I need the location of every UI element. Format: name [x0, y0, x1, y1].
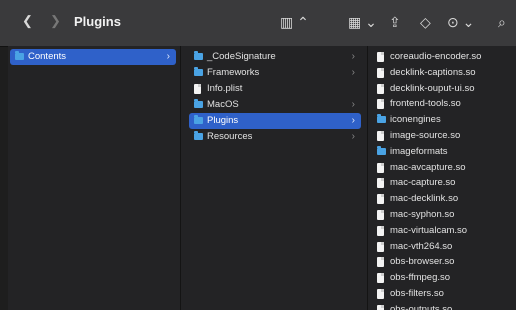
chevron-right-icon: › — [351, 115, 355, 126]
item-label: Contents — [28, 51, 67, 62]
item-label: MacOS — [207, 99, 239, 110]
list-item[interactable]: Frameworks › — [189, 65, 361, 81]
item-label: Plugins — [207, 115, 239, 126]
item-label: coreaudio-encoder.so — [390, 51, 482, 62]
list-item[interactable]: Contents › — [10, 49, 176, 65]
list-item[interactable]: mac-syphon.so — [370, 207, 516, 223]
item-label: image-source.so — [390, 130, 461, 141]
item-label: mac-vth264.so — [390, 240, 453, 252]
list-item[interactable]: mac-virtualcam.so — [370, 223, 516, 239]
list-item[interactable]: mac-vth264.so — [370, 239, 516, 255]
list-item[interactable]: mac-capture.so — [370, 175, 516, 191]
file-icon — [377, 273, 384, 284]
item-label: _CodeSignature — [207, 51, 276, 62]
file-icon — [377, 257, 384, 268]
share-button[interactable]: ⇪ — [389, 14, 401, 30]
list-item[interactable]: image-source.so — [370, 128, 516, 144]
file-icon — [377, 178, 384, 189]
group-button[interactable]: ▦ ⌄ — [348, 14, 377, 30]
list-item[interactable]: Info.plist — [189, 81, 361, 97]
view-mode-button[interactable]: ▥ ⌃ — [280, 14, 309, 30]
column-1: Contents › — [8, 46, 181, 310]
chevron-right-icon: › — [166, 51, 170, 62]
item-label: mac-syphon.so — [390, 209, 455, 220]
item-label: obs-ffmpeg.so — [390, 272, 451, 284]
file-icon — [377, 194, 384, 205]
folder-icon — [15, 51, 24, 60]
tag-button[interactable]: ◇ — [420, 14, 431, 30]
item-label: iconengines — [390, 114, 441, 126]
toolbar: ❮ ❯ Plugins ▥ ⌃ ▦ ⌄ ⇪ ◇ ⊙ ⌄ ⌕ — [0, 0, 516, 47]
list-item[interactable]: MacOS › — [189, 97, 361, 113]
list-item[interactable]: obs-filters.so — [370, 286, 516, 302]
folder-icon — [377, 114, 386, 124]
item-label: obs-filters.so — [390, 288, 444, 299]
folder-icon — [194, 115, 203, 124]
back-button[interactable]: ❮ — [22, 13, 33, 29]
item-label: mac-capture.so — [390, 177, 456, 189]
item-label: mac-avcapture.so — [390, 161, 466, 173]
finder-window: ❮ ❯ Plugins ▥ ⌃ ▦ ⌄ ⇪ ◇ ⊙ ⌄ ⌕ Contents › … — [0, 0, 516, 310]
file-icon — [377, 99, 384, 110]
list-item[interactable]: frontend-tools.so — [370, 96, 516, 112]
chevron-right-icon: › — [351, 131, 355, 142]
file-icon — [377, 289, 384, 299]
file-icon — [377, 67, 384, 78]
file-icon — [377, 131, 384, 141]
folder-icon — [194, 67, 203, 76]
item-label: decklink-captions.so — [390, 66, 476, 78]
list-item[interactable]: mac-decklink.so — [370, 191, 516, 207]
list-item[interactable]: decklink-ouput-ui.so — [370, 81, 516, 97]
list-item[interactable]: iconengines — [370, 112, 516, 128]
list-item[interactable]: obs-ffmpeg.so — [370, 270, 516, 286]
folder-icon — [194, 131, 203, 140]
item-label: decklink-ouput-ui.so — [390, 82, 475, 94]
item-label: obs-outputs.so — [390, 303, 453, 310]
list-item[interactable]: decklink-captions.so — [370, 65, 516, 81]
list-item[interactable]: imageformats — [370, 144, 516, 160]
list-item[interactable]: obs-browser.so — [370, 254, 516, 270]
list-item[interactable]: Plugins › — [189, 113, 361, 129]
column-2: _CodeSignature › Frameworks › Info.plist MacO… — [189, 46, 368, 310]
column-3: coreaudio-encoder.so decklink-captions.so… — [370, 46, 516, 310]
item-label: mac-decklink.so — [390, 193, 459, 205]
item-label: Resources — [207, 131, 253, 142]
file-icon — [377, 52, 384, 62]
file-icon — [377, 162, 384, 173]
file-icon — [377, 241, 384, 252]
file-icon — [377, 304, 384, 310]
file-icon — [377, 83, 384, 94]
chevron-right-icon: › — [351, 99, 355, 110]
list-item[interactable]: _CodeSignature › — [189, 49, 361, 65]
item-label: Info.plist — [207, 83, 243, 94]
file-icon — [377, 225, 384, 236]
file-icon — [194, 84, 201, 94]
forward-button[interactable]: ❯ — [50, 13, 61, 29]
list-item[interactable]: coreaudio-encoder.so — [370, 49, 516, 65]
item-label: mac-virtualcam.so — [390, 224, 468, 236]
file-icon — [377, 210, 384, 220]
item-label: Frameworks — [207, 67, 260, 78]
column-browser: Contents › _CodeSignature › Frameworks › Info… — [8, 46, 516, 310]
list-item[interactable]: obs-outputs.so — [370, 302, 516, 310]
list-item[interactable]: mac-avcapture.so — [370, 160, 516, 176]
folder-icon — [194, 99, 203, 108]
list-item[interactable]: Resources › — [189, 129, 361, 145]
folder-icon — [194, 51, 203, 60]
chevron-right-icon: › — [351, 67, 355, 78]
chevron-right-icon: › — [351, 51, 355, 62]
search-icon[interactable]: ⌕ — [498, 14, 506, 30]
folder-icon — [377, 145, 386, 155]
item-label: frontend-tools.so — [390, 98, 461, 110]
item-label: obs-browser.so — [390, 256, 455, 268]
window-title: Plugins — [74, 14, 121, 29]
more-actions-button[interactable]: ⊙ ⌄ — [447, 14, 474, 30]
item-label: imageformats — [390, 145, 448, 157]
